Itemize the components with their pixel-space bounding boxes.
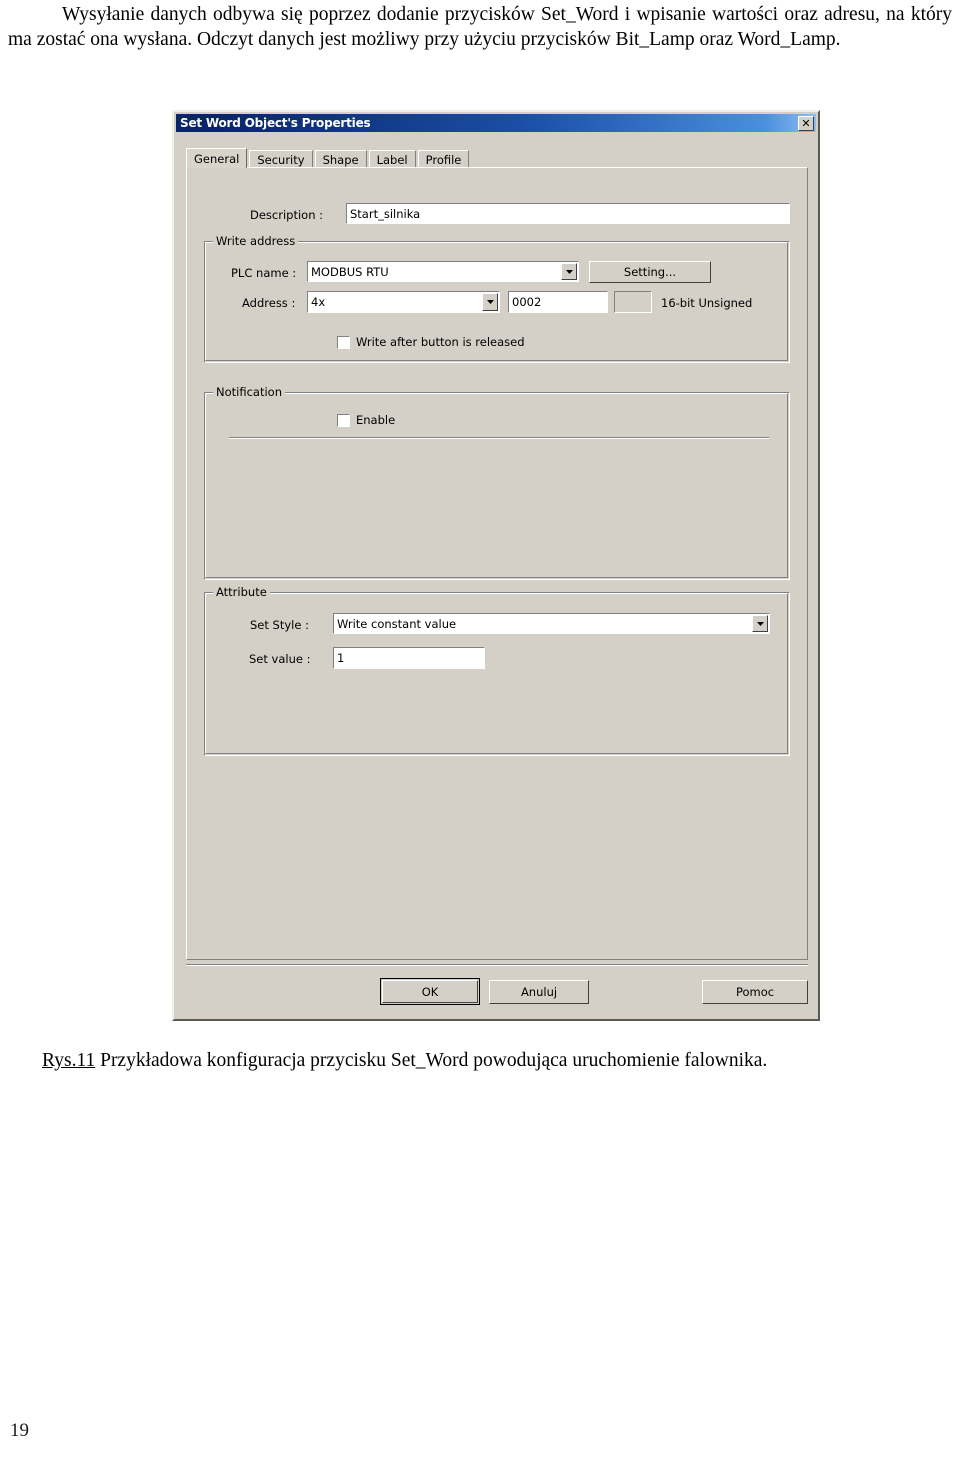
set-style-value: Write constant value	[337, 616, 457, 631]
tab-general[interactable]: General	[186, 148, 248, 168]
description-input[interactable]: Start_silnika	[346, 203, 790, 224]
tabstrip: General Security Shape Label Profile	[186, 148, 808, 168]
notification-enable-label: Enable	[356, 413, 396, 427]
figure-caption-link[interactable]: Rys.11	[42, 1050, 95, 1071]
chevron-down-icon[interactable]	[482, 293, 498, 311]
tab-general-label: General	[194, 151, 240, 166]
tab-shape-label: Shape	[322, 152, 359, 167]
attribute-group-title: Attribute	[213, 585, 270, 599]
plc-name-combo[interactable]: MODBUS RTU	[307, 261, 579, 282]
address-type-combo[interactable]: 4x	[307, 291, 500, 313]
data-format-label: 16-bit Unsigned	[661, 296, 753, 310]
description-label: Description :	[250, 208, 324, 222]
page-number: 19	[10, 1420, 29, 1441]
write-address-group: Write address PLC name : MODBUS RTU Sett…	[204, 234, 790, 363]
tab-security-label: Security	[257, 152, 305, 167]
set-style-label: Set Style :	[250, 618, 309, 632]
notification-group-title: Notification	[213, 385, 285, 399]
help-button[interactable]: Pomoc	[702, 980, 808, 1004]
notification-enable-checkbox[interactable]	[337, 413, 350, 427]
address-label: Address :	[242, 296, 296, 310]
write-after-release-label: Write after button is released	[356, 335, 525, 349]
write-after-release-checkbox-row[interactable]: Write after button is released	[337, 335, 525, 349]
address-value-input[interactable]: 0002	[508, 291, 608, 313]
tab-label[interactable]: Label	[368, 150, 416, 168]
dialog-titlebar: Set Word Object's Properties ✕	[176, 114, 816, 132]
help-button-label: Pomoc	[735, 985, 775, 999]
tab-security[interactable]: Security	[249, 150, 313, 168]
notification-group: Notification Enable	[204, 385, 790, 580]
setting-button[interactable]: Setting...	[589, 261, 711, 283]
tab-label-label: Label	[376, 152, 408, 167]
button-bar-separator	[186, 964, 808, 966]
plc-name-label: PLC name :	[231, 266, 297, 280]
tab-profile[interactable]: Profile	[417, 150, 470, 168]
write-address-group-title: Write address	[213, 234, 299, 248]
set-value-label: Set value :	[249, 652, 311, 666]
plc-name-value: MODBUS RTU	[311, 264, 389, 279]
set-value-input[interactable]: 1	[333, 647, 485, 669]
address-type-value: 4x	[311, 295, 326, 309]
set-word-properties-dialog: Set Word Object's Properties ✕ General S…	[172, 110, 820, 1021]
close-icon[interactable]: ✕	[798, 115, 814, 131]
notification-separator	[229, 437, 769, 439]
cancel-button[interactable]: Anuluj	[489, 980, 589, 1004]
cancel-button-label: Anuluj	[520, 985, 558, 999]
ok-button-label: OK	[421, 984, 439, 999]
attribute-group: Attribute Set Style : Write constant val…	[204, 585, 790, 756]
setting-button-label: Setting...	[623, 265, 677, 279]
body-paragraph: Wysyłanie danych odbywa się poprzez doda…	[8, 4, 952, 50]
figure-caption: Rys.11 Przykładowa konfiguracja przycisk…	[42, 1048, 952, 1073]
tab-shape[interactable]: Shape	[314, 150, 367, 168]
notification-enable-checkbox-row[interactable]: Enable	[337, 413, 395, 427]
figure-caption-text: Przykładowa konfiguracja przycisku Set_W…	[95, 1050, 768, 1071]
tab-panel-general: Description : Start_silnika Write addres…	[186, 167, 808, 960]
set-style-combo[interactable]: Write constant value	[333, 613, 770, 634]
write-after-release-checkbox[interactable]	[337, 335, 350, 349]
chevron-down-icon[interactable]	[752, 615, 768, 632]
chevron-down-icon[interactable]	[561, 263, 577, 280]
address-spare-field[interactable]	[614, 291, 652, 313]
tab-profile-label: Profile	[425, 152, 462, 167]
ok-button[interactable]: OK	[380, 978, 480, 1005]
dialog-title: Set Word Object's Properties	[180, 116, 371, 130]
